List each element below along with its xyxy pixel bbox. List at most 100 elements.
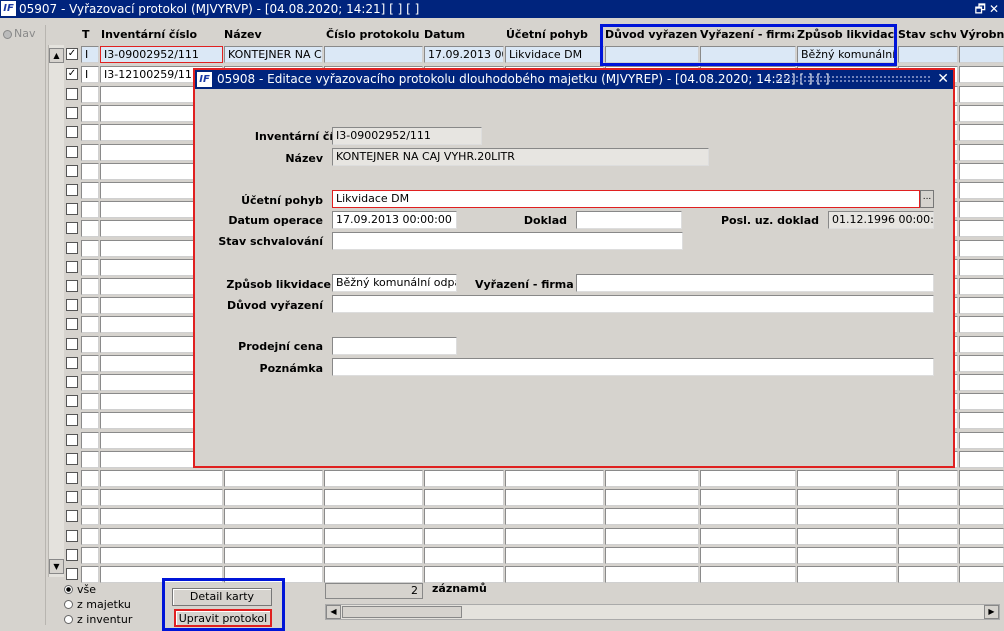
col-header-approval-state[interactable]: Stav schv. [898, 26, 956, 44]
accounting-move-field[interactable]: Likvidace DM [332, 190, 920, 208]
grid-cell[interactable] [959, 374, 1004, 391]
grid-cell[interactable] [959, 546, 1004, 564]
grid-cell[interactable] [81, 182, 99, 199]
grid-cell[interactable] [505, 508, 604, 526]
cell-producer[interactable] [959, 66, 1004, 83]
grid-cell[interactable] [324, 566, 423, 583]
row-checkbox[interactable] [66, 568, 78, 580]
grid-cell[interactable] [959, 86, 1004, 103]
grid-cell[interactable] [100, 470, 223, 487]
grid-cell[interactable] [959, 162, 1004, 180]
grid-cell[interactable] [224, 470, 323, 487]
grid-cell[interactable] [898, 527, 958, 545]
radio-selected-icon[interactable] [64, 585, 73, 594]
grid-cell[interactable] [81, 374, 99, 391]
grid-cell[interactable] [100, 508, 223, 526]
grid-cell[interactable] [700, 489, 796, 507]
grid-cell[interactable] [959, 201, 1004, 219]
grid-cell[interactable] [700, 508, 796, 526]
grid-cell[interactable] [959, 220, 1004, 238]
grid-cell[interactable] [959, 278, 1004, 295]
grid-cell[interactable] [605, 508, 699, 526]
grid-cell[interactable] [700, 470, 796, 487]
grid-cell[interactable] [898, 489, 958, 507]
grid-cell[interactable] [424, 527, 504, 545]
grid-cell[interactable] [959, 566, 1004, 583]
grid-cell[interactable] [959, 297, 1004, 315]
scroll-down-icon[interactable]: ▼ [49, 559, 64, 574]
row-checkbox[interactable] [66, 164, 78, 177]
radio-icon[interactable] [64, 615, 73, 624]
col-header-date[interactable]: Datum [424, 26, 504, 44]
cell-approval-state[interactable] [898, 46, 958, 63]
grid-cell[interactable] [81, 86, 99, 103]
cell-producer[interactable] [959, 46, 1004, 63]
row-checkbox[interactable] [66, 337, 78, 350]
cell-accounting-move[interactable]: Likvidace DM [505, 46, 604, 63]
grid-cell[interactable] [797, 470, 897, 487]
row-checkbox[interactable] [66, 433, 78, 446]
grid-cell[interactable] [797, 508, 897, 526]
col-header-accounting-move[interactable]: Účetní pohyb [506, 26, 602, 44]
grid-cell[interactable] [959, 258, 1004, 276]
grid-cell[interactable] [959, 105, 1004, 123]
scroll-right-icon[interactable]: ▶ [984, 605, 999, 619]
row-checkbox[interactable] [66, 260, 78, 273]
row-checkbox[interactable]: ✓ [66, 68, 78, 80]
title-drag-grip[interactable] [775, 75, 930, 84]
grid-cell[interactable] [81, 393, 99, 411]
grid-cell[interactable] [81, 508, 99, 526]
grid-cell[interactable] [959, 143, 1004, 161]
grid-cell[interactable] [81, 278, 99, 295]
grid-cell[interactable] [797, 489, 897, 507]
row-checkbox[interactable] [66, 395, 78, 408]
grid-cell[interactable] [505, 489, 604, 507]
grid-cell[interactable] [959, 182, 1004, 199]
row-checkbox[interactable] [66, 222, 78, 235]
grid-cell[interactable] [898, 508, 958, 526]
disposal-method-field[interactable]: Běžný komunální odpad [332, 274, 457, 292]
grid-vertical-scrollbar[interactable]: ▲ ▼ [48, 45, 64, 577]
row-checkbox[interactable] [66, 126, 78, 139]
row-checkbox[interactable] [66, 414, 78, 427]
inventory-number-field[interactable]: I3-09002952/111 [332, 127, 482, 145]
grid-cell[interactable] [424, 470, 504, 487]
grid-cell[interactable] [81, 431, 99, 449]
row-checkbox[interactable] [66, 510, 78, 523]
grid-cell[interactable] [605, 546, 699, 564]
grid-cell[interactable] [324, 546, 423, 564]
grid-cell[interactable] [505, 546, 604, 564]
grid-cell[interactable] [959, 450, 1004, 468]
grid-cell[interactable] [797, 566, 897, 583]
grid-cell[interactable] [224, 489, 323, 507]
grid-cell[interactable] [505, 566, 604, 583]
grid-cell[interactable] [605, 527, 699, 545]
filter-from-inventory[interactable]: z inventur [64, 613, 132, 626]
grid-cell[interactable] [959, 335, 1004, 353]
grid-cell[interactable] [605, 470, 699, 487]
grid-cell[interactable] [797, 527, 897, 545]
scroll-left-icon[interactable]: ◀ [326, 605, 341, 619]
grid-cell[interactable] [81, 546, 99, 564]
nav-radio-icon[interactable] [3, 30, 12, 39]
grid-cell[interactable] [605, 566, 699, 583]
note-field[interactable] [332, 358, 934, 376]
grid-cell[interactable] [605, 489, 699, 507]
grid-cell[interactable] [959, 431, 1004, 449]
grid-cell[interactable] [959, 393, 1004, 411]
grid-horizontal-scrollbar[interactable]: ◀ ▶ [325, 604, 1000, 620]
grid-cell[interactable] [81, 239, 99, 257]
disposal-firm-field[interactable] [576, 274, 934, 292]
grid-cell[interactable] [324, 489, 423, 507]
grid-cell[interactable] [959, 412, 1004, 430]
grid-cell[interactable] [100, 546, 223, 564]
row-checkbox[interactable] [66, 472, 78, 484]
grid-cell[interactable] [959, 527, 1004, 545]
cell-inventory-number[interactable]: I3-09002952/111 [100, 46, 223, 63]
grid-cell[interactable] [424, 489, 504, 507]
grid-cell[interactable] [324, 527, 423, 545]
cell-date[interactable]: 17.09.2013 00:00 [424, 46, 504, 63]
row-checkbox[interactable] [66, 280, 78, 292]
row-checkbox[interactable]: ✓ [66, 48, 78, 60]
row-checkbox[interactable] [66, 376, 78, 388]
